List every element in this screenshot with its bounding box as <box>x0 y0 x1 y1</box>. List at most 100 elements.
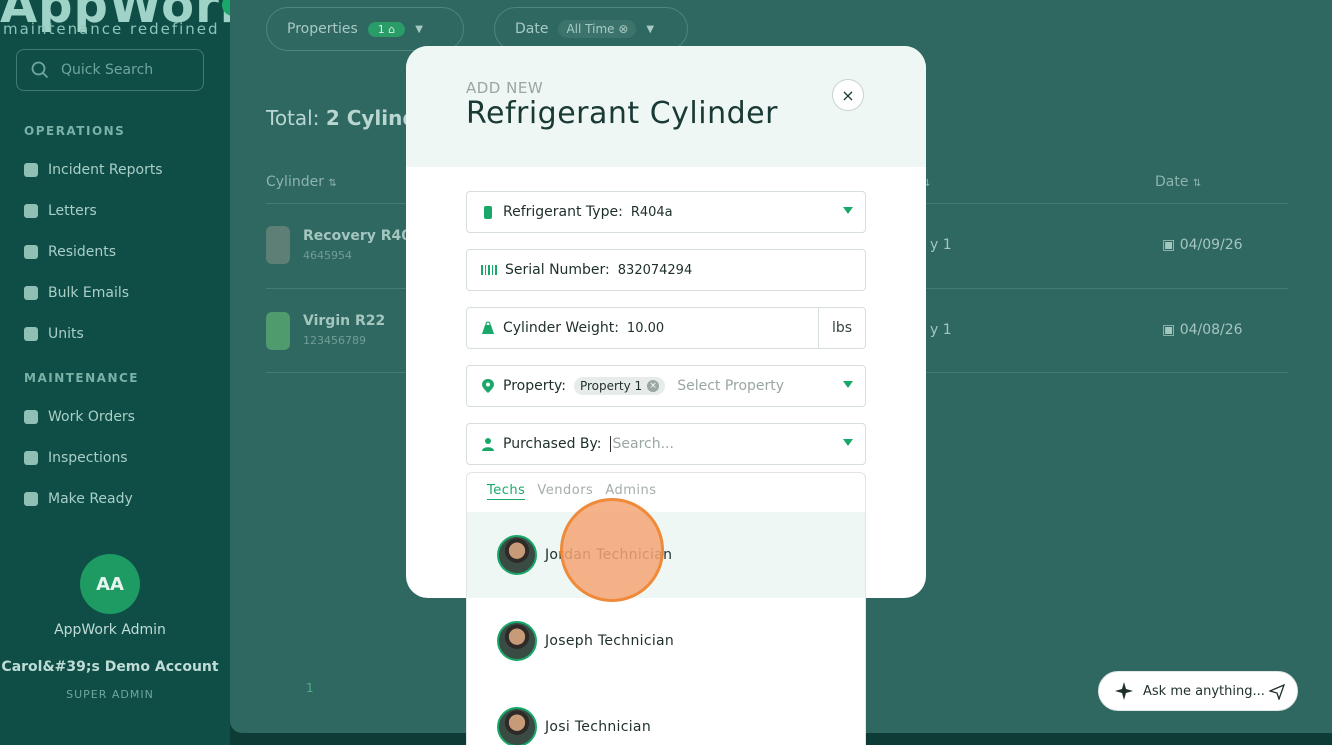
refrigerant-type-value: R404a <box>630 204 673 220</box>
pagination-page[interactable]: 1 <box>306 681 314 695</box>
letter-icon <box>24 204 38 218</box>
sidebar-item-label: Units <box>48 326 84 342</box>
date-filter-chip[interactable]: All Time ⊗ <box>558 20 637 38</box>
purchased-by-select[interactable]: Purchased By: <box>466 423 866 465</box>
date-value: 04/09/26 <box>1179 237 1243 253</box>
sidebar-item-incident-reports[interactable]: Incident Reports <box>24 162 163 178</box>
date-value: 04/08/26 <box>1179 322 1243 338</box>
document-icon <box>24 163 38 177</box>
sidebar-item-inspections[interactable]: Inspections <box>24 450 128 466</box>
property-chip[interactable]: Property 1 × <box>573 377 666 395</box>
tab-admins[interactable]: Admins <box>605 483 656 500</box>
cylinder-icon <box>484 206 492 219</box>
purchased-by-search-input[interactable] <box>609 436 830 452</box>
mail-icon <box>24 286 38 300</box>
wrench-icon <box>24 410 38 424</box>
clipboard-icon <box>24 451 38 465</box>
date-filter-value: All Time <box>566 22 615 36</box>
clear-icon[interactable]: ⊗ <box>618 22 628 36</box>
purchased-by-dropdown: Techs Vendors Admins Jordan Technician J… <box>466 472 866 745</box>
cylinder-name: Recovery R404 <box>303 228 421 244</box>
avatar <box>497 535 537 575</box>
user-avatar[interactable]: AA <box>80 554 140 614</box>
properties-count-badge: 1 ⌂ <box>367 21 406 37</box>
maintenance-section-title: MAINTENANCE <box>24 371 139 385</box>
avatar <box>497 707 537 745</box>
barcode-icon <box>481 265 497 275</box>
refrigerant-type-select[interactable]: Refrigerant Type: R404a <box>466 191 866 233</box>
date-cell: ▣ 04/08/26 <box>1162 322 1243 338</box>
sort-icon: ⇅ <box>1192 178 1202 189</box>
sidebar-item-label: Bulk Emails <box>48 285 130 301</box>
home-icon: ⌂ <box>388 22 396 36</box>
quick-search-input[interactable]: Quick Search <box>16 49 204 91</box>
cylinder-weight-field[interactable]: Cylinder Weight: 10.00 lbs <box>466 307 866 349</box>
column-header-label: Date <box>1155 174 1189 190</box>
serial-number-field[interactable]: Serial Number: 832074294 <box>466 249 866 291</box>
weight-icon <box>482 321 494 334</box>
property-placeholder: Select Property <box>677 378 785 394</box>
purchased-by-label: Purchased By: <box>503 436 602 452</box>
sidebar-item-label: Letters <box>48 203 97 219</box>
sidebar-item-residents[interactable]: Residents <box>24 244 116 260</box>
sidebar-item-units[interactable]: Units <box>24 326 84 342</box>
list-item[interactable]: Josi Technician <box>467 684 865 745</box>
modal-kicker: ADD NEW <box>466 79 544 97</box>
account-name: Carol&#39;s Demo Account <box>1 659 219 675</box>
column-header-cylinder[interactable]: Cylinder ⇅ <box>266 174 337 190</box>
calendar-icon <box>24 492 38 506</box>
close-icon: × <box>841 85 855 105</box>
sidebar-item-label: Work Orders <box>48 409 135 425</box>
serial-number-value: 832074294 <box>617 262 693 278</box>
sidebar-item-label: Incident Reports <box>48 162 163 178</box>
ask-assistant-input[interactable]: Ask me anything... <box>1098 671 1298 711</box>
chevron-down-icon: ▼ <box>646 23 655 35</box>
people-icon <box>24 245 38 259</box>
purchased-by-cell: y 1 <box>930 322 952 338</box>
sparkle-icon <box>1115 682 1133 700</box>
property-select[interactable]: Property: Property 1 × Select Property <box>466 365 866 407</box>
sidebar-item-label: Inspections <box>48 450 128 466</box>
chevron-down-icon: ▼ <box>415 23 423 35</box>
purchased-by-cell: y 1 <box>930 237 952 253</box>
property-chip-label: Property 1 <box>579 379 643 393</box>
weight-unit: lbs <box>818 308 865 348</box>
modal-title: Refrigerant Cylinder <box>466 96 778 131</box>
remove-chip-icon[interactable]: × <box>647 380 660 392</box>
column-header-date[interactable]: Date ⇅ <box>1155 174 1201 190</box>
cylinder-name: Virgin R22 <box>303 313 386 329</box>
property-label: Property: <box>503 378 566 394</box>
tab-techs[interactable]: Techs <box>487 483 526 500</box>
list-item-label: Jordan Technician <box>545 547 673 563</box>
quick-search-placeholder: Quick Search <box>61 62 154 78</box>
list-item[interactable]: Jordan Technician <box>467 512 865 598</box>
list-item[interactable]: Joseph Technician <box>467 598 865 684</box>
refrigerant-type-label: Refrigerant Type: <box>503 204 623 220</box>
ask-placeholder: Ask me anything... <box>1143 683 1265 699</box>
send-icon[interactable] <box>1269 684 1285 700</box>
properties-filter-label: Properties <box>287 21 358 37</box>
person-icon <box>482 438 494 451</box>
total-label: Total: <box>266 106 320 130</box>
list-item-label: Josi Technician <box>545 719 651 735</box>
date-cell: ▣ 04/09/26 <box>1162 237 1243 253</box>
column-header-label: Cylinder <box>266 174 324 190</box>
chevron-down-icon <box>843 381 853 388</box>
sidebar-item-bulk-emails[interactable]: Bulk Emails <box>24 285 129 301</box>
properties-count: 1 <box>377 22 385 36</box>
sidebar-item-letters[interactable]: Letters <box>24 203 97 219</box>
sidebar-item-label: Make Ready <box>48 491 133 507</box>
properties-filter[interactable]: Properties 1 ⌂ ▼ <box>266 7 464 51</box>
sidebar-item-make-ready[interactable]: Make Ready <box>24 491 133 507</box>
avatar <box>497 621 537 661</box>
date-filter[interactable]: Date All Time ⊗ ▼ <box>494 7 688 51</box>
chevron-down-icon <box>843 439 853 446</box>
cylinder-serial: 4645954 <box>303 249 352 262</box>
tab-vendors[interactable]: Vendors <box>537 483 593 500</box>
sidebar-item-label: Residents <box>48 244 117 260</box>
cylinder-serial: 123456789 <box>303 334 366 347</box>
close-button[interactable]: × <box>832 79 864 111</box>
sidebar: AppWork maintenance redefined Quick Sear… <box>0 0 252 745</box>
home-icon <box>24 327 38 341</box>
sidebar-item-work-orders[interactable]: Work Orders <box>24 409 135 425</box>
